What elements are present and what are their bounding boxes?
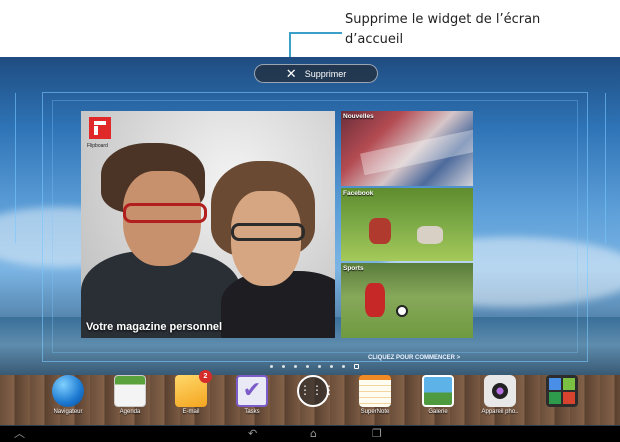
app-galerie[interactable]: Galerie xyxy=(408,375,468,415)
app-camera[interactable]: Appareil pho.. xyxy=(470,375,530,415)
magazine-title: Votre magazine personnel xyxy=(86,321,223,333)
tile-label: Nouvelles xyxy=(343,113,374,120)
system-navbar: ︿ ↶ ⌂ ❐ xyxy=(0,426,620,442)
page-dot xyxy=(318,365,321,368)
recent-apps-icon[interactable]: ❐ xyxy=(372,428,382,440)
page-dot xyxy=(330,365,333,368)
left-page-edge xyxy=(6,93,16,243)
cover-photo xyxy=(231,223,305,241)
app-email[interactable]: 2 E-mail xyxy=(161,370,221,415)
home-screen: ✕ Supprimer Flipboard Votre magazine per… xyxy=(0,57,620,442)
app-label: Agenda xyxy=(119,409,141,415)
app-drawer-icon: ⋮⋮⋮ xyxy=(297,375,335,407)
app-folder-google[interactable] xyxy=(532,375,592,407)
app-label: E-mail xyxy=(182,409,200,415)
page-dot xyxy=(270,365,273,368)
tile-facebook[interactable]: Facebook xyxy=(341,188,473,261)
camera-lens xyxy=(492,383,508,399)
browser-globe-icon xyxy=(52,375,84,407)
back-icon[interactable]: ↶ xyxy=(248,428,257,440)
app-drawer-button[interactable]: ⋮⋮⋮ xyxy=(283,375,343,407)
envelope-icon: 2 xyxy=(175,370,212,407)
page-dot xyxy=(342,365,345,368)
tile-label: Sports xyxy=(343,265,364,272)
notebook-icon xyxy=(359,375,391,407)
page-dot-active xyxy=(354,364,359,369)
page-indicator xyxy=(270,364,359,369)
page-dot xyxy=(282,365,285,368)
unread-badge: 2 xyxy=(199,370,212,383)
tile-image xyxy=(396,305,408,317)
flipboard-brand: Flipboard xyxy=(87,143,108,149)
tile-news[interactable]: Nouvelles xyxy=(341,111,473,186)
flipboard-cover[interactable]: Flipboard Votre magazine personnel xyxy=(81,111,335,338)
folder-app-thumb xyxy=(563,378,575,390)
app-label: SuperNote xyxy=(360,409,390,415)
app-dock: Navigateur Agenda 2 E-mail ✔ Tasks ⋮⋮⋮ S… xyxy=(0,370,620,426)
tile-label: Facebook xyxy=(343,190,374,197)
page-dot xyxy=(294,365,297,368)
folder-app-thumb xyxy=(549,392,561,404)
gallery-icon xyxy=(422,375,454,407)
right-page-edge xyxy=(605,93,615,243)
home-icon[interactable]: ⌂ xyxy=(310,428,317,440)
app-tasks[interactable]: ✔ Tasks xyxy=(222,375,282,415)
app-supernote[interactable]: SuperNote xyxy=(345,375,405,415)
start-link[interactable]: CLIQUEZ POUR COMMENCER > xyxy=(368,355,460,361)
page-dot xyxy=(306,365,309,368)
callout-line xyxy=(290,32,342,34)
checkbox-icon: ✔ xyxy=(236,375,268,407)
google-apps-folder-icon xyxy=(546,375,578,407)
recent-menu-icon[interactable]: ︿ xyxy=(14,428,25,440)
callout-label: Supprime le widget de l’écran d’accueil xyxy=(345,12,541,47)
app-label: Appareil pho.. xyxy=(481,409,519,415)
tile-image xyxy=(365,283,385,317)
tile-image xyxy=(417,226,443,244)
tile-sports[interactable]: Sports xyxy=(341,263,473,338)
folder-app-thumb xyxy=(563,392,575,404)
remove-label: Supprimer xyxy=(304,68,347,79)
app-label: Galerie xyxy=(428,409,448,415)
close-icon: ✕ xyxy=(285,66,297,81)
camera-icon xyxy=(484,375,516,407)
flipboard-logo-icon xyxy=(89,117,111,139)
app-label: Navigateur xyxy=(53,409,83,415)
cover-photo xyxy=(123,203,207,223)
tile-image xyxy=(360,128,473,176)
app-label: Tasks xyxy=(244,409,260,415)
calendar-icon xyxy=(114,375,146,407)
remove-widget-bar[interactable]: ✕ Supprimer xyxy=(254,64,378,83)
app-navigateur[interactable]: Navigateur xyxy=(38,375,98,415)
app-agenda[interactable]: Agenda xyxy=(100,375,160,415)
folder-app-thumb xyxy=(549,378,561,390)
tile-image xyxy=(369,218,391,244)
